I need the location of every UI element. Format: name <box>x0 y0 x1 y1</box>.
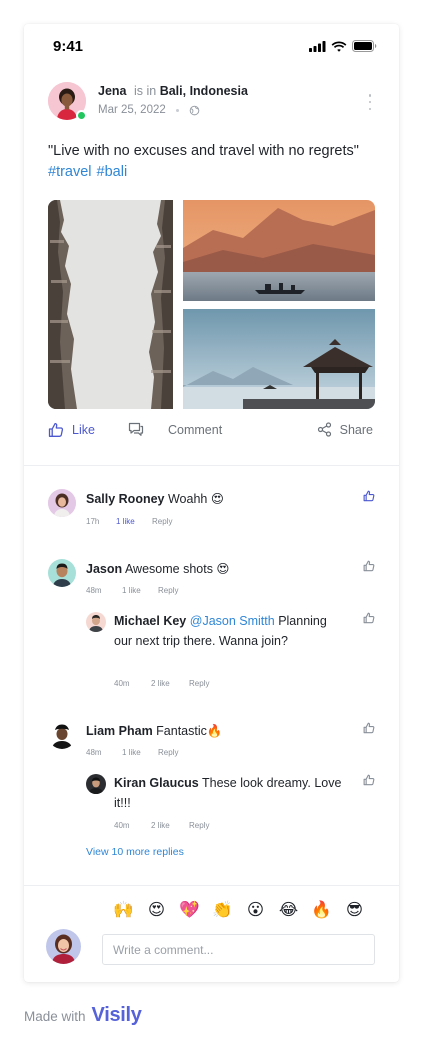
reply-time: 40m <box>114 821 130 830</box>
reply-text: Kiran Glaucus These look dreamy. Love it… <box>114 773 344 813</box>
reply-link[interactable]: Reply <box>152 517 172 526</box>
signal-icon <box>309 40 326 52</box>
reaction-bar: 🙌 😍 💖 👏 😮 😂 🔥 😎 <box>107 897 371 923</box>
reply-author[interactable]: Michael Key <box>114 614 186 628</box>
comment-like-count[interactable]: 1 like <box>122 748 158 757</box>
reaction-heart-eyes[interactable]: 😍 <box>140 897 173 923</box>
hashtag-bali[interactable]: #bali <box>97 162 128 183</box>
reply-link[interactable]: Reply <box>189 679 209 688</box>
current-user-avatar[interactable] <box>46 929 81 964</box>
photo-beach-pavilion[interactable] <box>183 309 375 409</box>
comment-author[interactable]: Sally Rooney <box>86 492 165 506</box>
made-with-footer: Made with Visily <box>24 1004 142 1028</box>
reply-like-count[interactable]: 2 like <box>151 679 189 688</box>
comment-icon <box>128 422 144 436</box>
comment-time: 17h <box>86 517 100 526</box>
comment-meta: 48m 1 like Reply <box>86 586 178 595</box>
comment-author[interactable]: Liam Pham <box>86 724 153 738</box>
status-icons <box>309 40 377 52</box>
comment-time: 48m <box>86 586 102 595</box>
separator-dot <box>175 108 179 112</box>
comment-body: Fantastic🔥 <box>156 724 223 738</box>
battery-icon <box>352 40 377 52</box>
comment-like-icon[interactable] <box>363 560 375 572</box>
reply-meta: 40m 2 like Reply <box>114 821 209 830</box>
comment-body: Awesome shots 😍 <box>124 562 230 576</box>
post-hashtags: #travel #bali <box>48 162 127 183</box>
is-in-text: is in <box>133 84 157 98</box>
more-options-icon[interactable] <box>367 94 373 110</box>
comment-meta: 17h 1 like Reply <box>86 517 172 526</box>
reply-link[interactable]: Reply <box>158 586 178 595</box>
mention-link[interactable]: @Jason Smitth <box>190 614 275 628</box>
comment-text: Jason Awesome shots 😍 <box>86 559 229 579</box>
post-date: Mar 25, 2022 <box>98 104 166 116</box>
divider-bottom <box>24 885 399 886</box>
reply-link[interactable]: Reply <box>158 748 178 757</box>
comment-like-count[interactable]: 1 like <box>116 517 152 526</box>
comment-text: Sally Rooney Woahh 😍 <box>86 489 224 509</box>
avatar[interactable] <box>48 721 76 749</box>
photo-temple-gate[interactable] <box>48 200 173 409</box>
view-more-replies-link[interactable]: View 10 more replies <box>86 846 184 858</box>
comment-time: 48m <box>86 748 102 757</box>
reaction-clapping[interactable]: 👏 <box>206 897 239 923</box>
reaction-raised-hands[interactable]: 🙌 <box>107 897 140 923</box>
reply-like-icon[interactable] <box>363 612 375 624</box>
post-author-line: Jena is in Bali, Indonesia <box>98 84 248 98</box>
reply-like-icon[interactable] <box>363 774 375 786</box>
reply-text: Michael Key @Jason Smitth Planning our n… <box>114 611 344 651</box>
share-button[interactable]: Share <box>317 422 373 437</box>
post-action-bar: Like Comment Share <box>24 422 399 452</box>
visily-logo[interactable]: Visily <box>92 1004 142 1027</box>
reply-meta: 40m 2 like Reply <box>114 679 209 688</box>
author-name[interactable]: Jena <box>98 84 127 98</box>
thumbs-up-icon <box>48 422 64 437</box>
reply-like-count[interactable]: 2 like <box>151 821 189 830</box>
hashtag-travel[interactable]: #travel <box>48 162 92 183</box>
globe-icon <box>189 105 200 115</box>
reaction-sunglasses[interactable]: 😎 <box>338 897 371 923</box>
comment-like-icon[interactable] <box>363 490 375 502</box>
photo-sunset-boat[interactable] <box>183 200 375 301</box>
reaction-fire[interactable]: 🔥 <box>305 897 338 923</box>
divider-top <box>24 465 399 466</box>
reply-link[interactable]: Reply <box>189 821 209 830</box>
reaction-laughing[interactable]: 😂 <box>272 897 305 923</box>
location-link[interactable]: Bali, Indonesia <box>160 84 248 98</box>
post-card: 9:41 Jena is in Bali, Indonesia Mar 25, … <box>24 24 399 982</box>
share-label: Share <box>339 422 373 437</box>
reply-time: 40m <box>114 679 130 688</box>
like-label: Like <box>72 423 95 437</box>
comment-button[interactable]: Comment <box>128 422 222 437</box>
like-button[interactable]: Like <box>48 422 95 438</box>
comment-like-icon[interactable] <box>363 722 375 734</box>
comment-meta: 48m 1 like Reply <box>86 748 178 757</box>
reply-author[interactable]: Kiran Glaucus <box>114 776 199 790</box>
comment-label: Comment <box>168 422 223 437</box>
avatar[interactable] <box>48 559 76 587</box>
share-icon <box>317 422 331 437</box>
status-time: 9:41 <box>53 38 84 55</box>
status-bar: 9:41 <box>24 24 399 68</box>
post-date-row: Mar 25, 2022 <box>98 104 200 116</box>
comment-author[interactable]: Jason <box>86 562 122 576</box>
comment-text: Liam Pham Fantastic🔥 <box>86 721 222 741</box>
wifi-icon <box>331 41 347 52</box>
reaction-sparkling-heart[interactable]: 💖 <box>173 897 206 923</box>
avatar[interactable] <box>86 774 106 794</box>
made-with-label: Made with <box>24 1009 86 1024</box>
reaction-surprised[interactable]: 😮 <box>239 897 272 923</box>
post-caption: "Live with no excuses and travel with no… <box>48 143 359 159</box>
avatar[interactable] <box>86 612 106 632</box>
comment-input[interactable] <box>102 934 375 965</box>
comment-body: Woahh 😍 <box>167 492 224 506</box>
online-status-dot <box>76 110 87 121</box>
comment-like-count[interactable]: 1 like <box>122 586 158 595</box>
avatar[interactable] <box>48 489 76 517</box>
